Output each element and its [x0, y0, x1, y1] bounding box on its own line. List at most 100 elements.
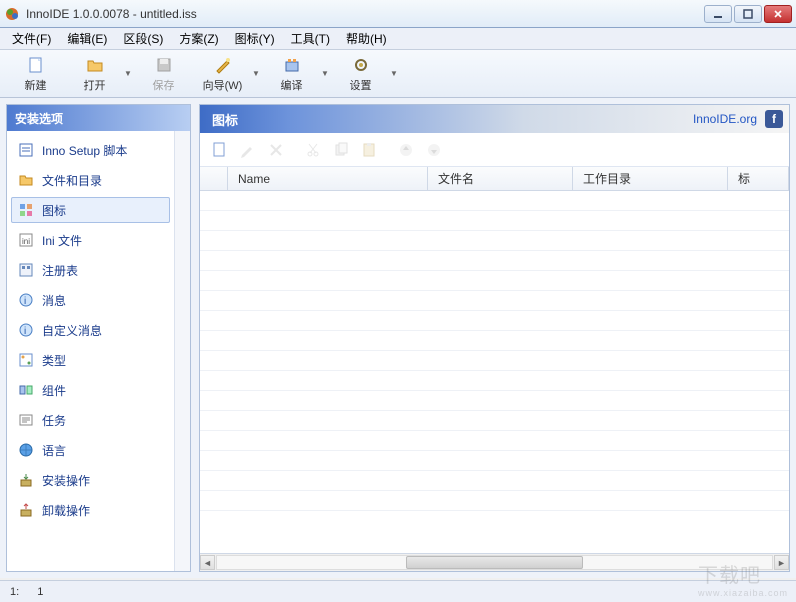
sidebar-header: 安装选项	[7, 105, 190, 131]
table-row[interactable]	[200, 331, 789, 351]
col-workdir[interactable]: 工作目录	[573, 167, 728, 190]
table-row[interactable]	[200, 351, 789, 371]
sidebar-item-11[interactable]: 安装操作	[11, 467, 170, 493]
grid-body[interactable]	[200, 191, 789, 553]
sidebar-item-12[interactable]: 卸载操作	[11, 497, 170, 523]
menu-project[interactable]: 方案(Z)	[171, 28, 226, 49]
menu-section[interactable]: 区段(S)	[115, 28, 171, 49]
toolbar-save-label: 保存	[153, 77, 175, 93]
menu-icons[interactable]: 图标(Y)	[227, 28, 283, 49]
settings-icon	[351, 55, 371, 75]
window-controls	[704, 5, 792, 23]
sidebar-item-6[interactable]: i自定义消息	[11, 317, 170, 343]
menu-file[interactable]: 文件(F)	[4, 28, 59, 49]
sidebar-item-7[interactable]: 类型	[11, 347, 170, 373]
toolbar-compile-dropdown[interactable]: ▼	[321, 69, 333, 78]
workarea: 安装选项 Inno Setup 脚本文件和目录图标iniIni 文件注册表i消息…	[0, 98, 796, 578]
sidebar-item-3[interactable]: iniIni 文件	[11, 227, 170, 253]
toolbar: 新建 打开 ▼ 保存 向导(W) ▼ 编译 ▼ 设置 ▼	[0, 50, 796, 98]
grid-row-selector-header[interactable]	[200, 167, 228, 190]
menubar: 文件(F) 编辑(E) 区段(S) 方案(Z) 图标(Y) 工具(T) 帮助(H…	[0, 28, 796, 50]
panel-up-icon[interactable]	[396, 140, 416, 160]
panel-cut-icon[interactable]	[303, 140, 323, 160]
scroll-thumb[interactable]	[406, 556, 583, 569]
wizard-icon	[213, 55, 233, 75]
panel-delete-icon[interactable]	[266, 140, 286, 160]
ini-icon: ini	[18, 232, 34, 248]
table-row[interactable]	[200, 311, 789, 331]
toolbar-settings[interactable]: 设置	[333, 53, 388, 95]
toolbar-new[interactable]: 新建	[8, 53, 63, 95]
menu-tools[interactable]: 工具(T)	[283, 28, 338, 49]
folder-icon	[18, 172, 34, 188]
col-name[interactable]: Name	[228, 167, 428, 190]
sidebar-item-label: 类型	[42, 352, 66, 369]
window-title: InnoIDE 1.0.0.0078 - untitled.iss	[26, 7, 704, 21]
toolbar-open-dropdown[interactable]: ▼	[124, 69, 136, 78]
toolbar-settings-dropdown[interactable]: ▼	[390, 69, 402, 78]
table-row[interactable]	[200, 231, 789, 251]
toolbar-compile-label: 编译	[281, 77, 303, 93]
sidebar-item-label: 卸载操作	[42, 502, 90, 519]
table-row[interactable]	[200, 391, 789, 411]
scroll-left-icon[interactable]: ◄	[200, 555, 215, 570]
toolbar-new-label: 新建	[25, 77, 47, 93]
sidebar-item-10[interactable]: 语言	[11, 437, 170, 463]
table-row[interactable]	[200, 191, 789, 211]
install-icon	[18, 472, 34, 488]
toolbar-wizard-label: 向导(W)	[203, 77, 243, 93]
toolbar-wizard[interactable]: 向导(W)	[195, 53, 250, 95]
innoide-link[interactable]: InnoIDE.org	[693, 112, 757, 126]
grid-h-scrollbar[interactable]: ◄ ►	[200, 553, 789, 571]
sidebar-item-label: 消息	[42, 292, 66, 309]
info-icon: i	[18, 322, 34, 338]
table-row[interactable]	[200, 271, 789, 291]
panel-down-icon[interactable]	[424, 140, 444, 160]
table-row[interactable]	[200, 291, 789, 311]
panel-new-icon[interactable]	[210, 140, 230, 160]
toolbar-open[interactable]: 打开	[67, 53, 122, 95]
globe-icon	[18, 442, 34, 458]
sidebar-scrollbar[interactable]	[174, 131, 190, 571]
minimize-button[interactable]	[704, 5, 732, 23]
toolbar-save[interactable]: 保存	[136, 53, 191, 95]
sidebar-item-0[interactable]: Inno Setup 脚本	[11, 137, 170, 163]
toolbar-settings-label: 设置	[350, 77, 372, 93]
close-button[interactable]	[764, 5, 792, 23]
table-row[interactable]	[200, 251, 789, 271]
sidebar-item-label: 任务	[42, 412, 66, 429]
sidebar-item-9[interactable]: 任务	[11, 407, 170, 433]
uninstall-icon	[18, 502, 34, 518]
panel-title: 图标	[212, 110, 238, 129]
panel-edit-icon[interactable]	[238, 140, 258, 160]
menu-help[interactable]: 帮助(H)	[338, 28, 395, 49]
sidebar-list: Inno Setup 脚本文件和目录图标 iniIni 文件注册表 i 消息 i自定义消…	[7, 131, 174, 571]
table-row[interactable]	[200, 371, 789, 391]
table-row[interactable]	[200, 491, 789, 511]
facebook-icon[interactable]: f	[765, 110, 783, 128]
new-icon	[26, 55, 46, 75]
scroll-right-icon[interactable]: ►	[774, 555, 789, 570]
toolbar-compile[interactable]: 编译	[264, 53, 319, 95]
table-row[interactable]	[200, 211, 789, 231]
components-icon	[18, 382, 34, 398]
panel-copy-icon[interactable]	[331, 140, 351, 160]
toolbar-wizard-dropdown[interactable]: ▼	[252, 69, 264, 78]
table-row[interactable]	[200, 451, 789, 471]
info-icon: i	[18, 292, 34, 308]
col-icon[interactable]: 标	[728, 167, 789, 190]
sidebar-item-2[interactable]: 图标	[11, 197, 170, 223]
sidebar-item-5[interactable]: i 消息	[11, 287, 170, 313]
sidebar-item-1[interactable]: 文件和目录	[11, 167, 170, 193]
panel-paste-icon[interactable]	[359, 140, 379, 160]
table-row[interactable]	[200, 431, 789, 451]
menu-edit[interactable]: 编辑(E)	[59, 28, 115, 49]
col-filename[interactable]: 文件名	[428, 167, 573, 190]
table-row[interactable]	[200, 471, 789, 491]
table-row[interactable]	[200, 411, 789, 431]
maximize-button[interactable]	[734, 5, 762, 23]
sidebar-item-label: Inno Setup 脚本	[42, 142, 127, 159]
sidebar-item-4[interactable]: 注册表	[11, 257, 170, 283]
toolbar-open-label: 打开	[84, 77, 106, 93]
sidebar-item-8[interactable]: 组件	[11, 377, 170, 403]
